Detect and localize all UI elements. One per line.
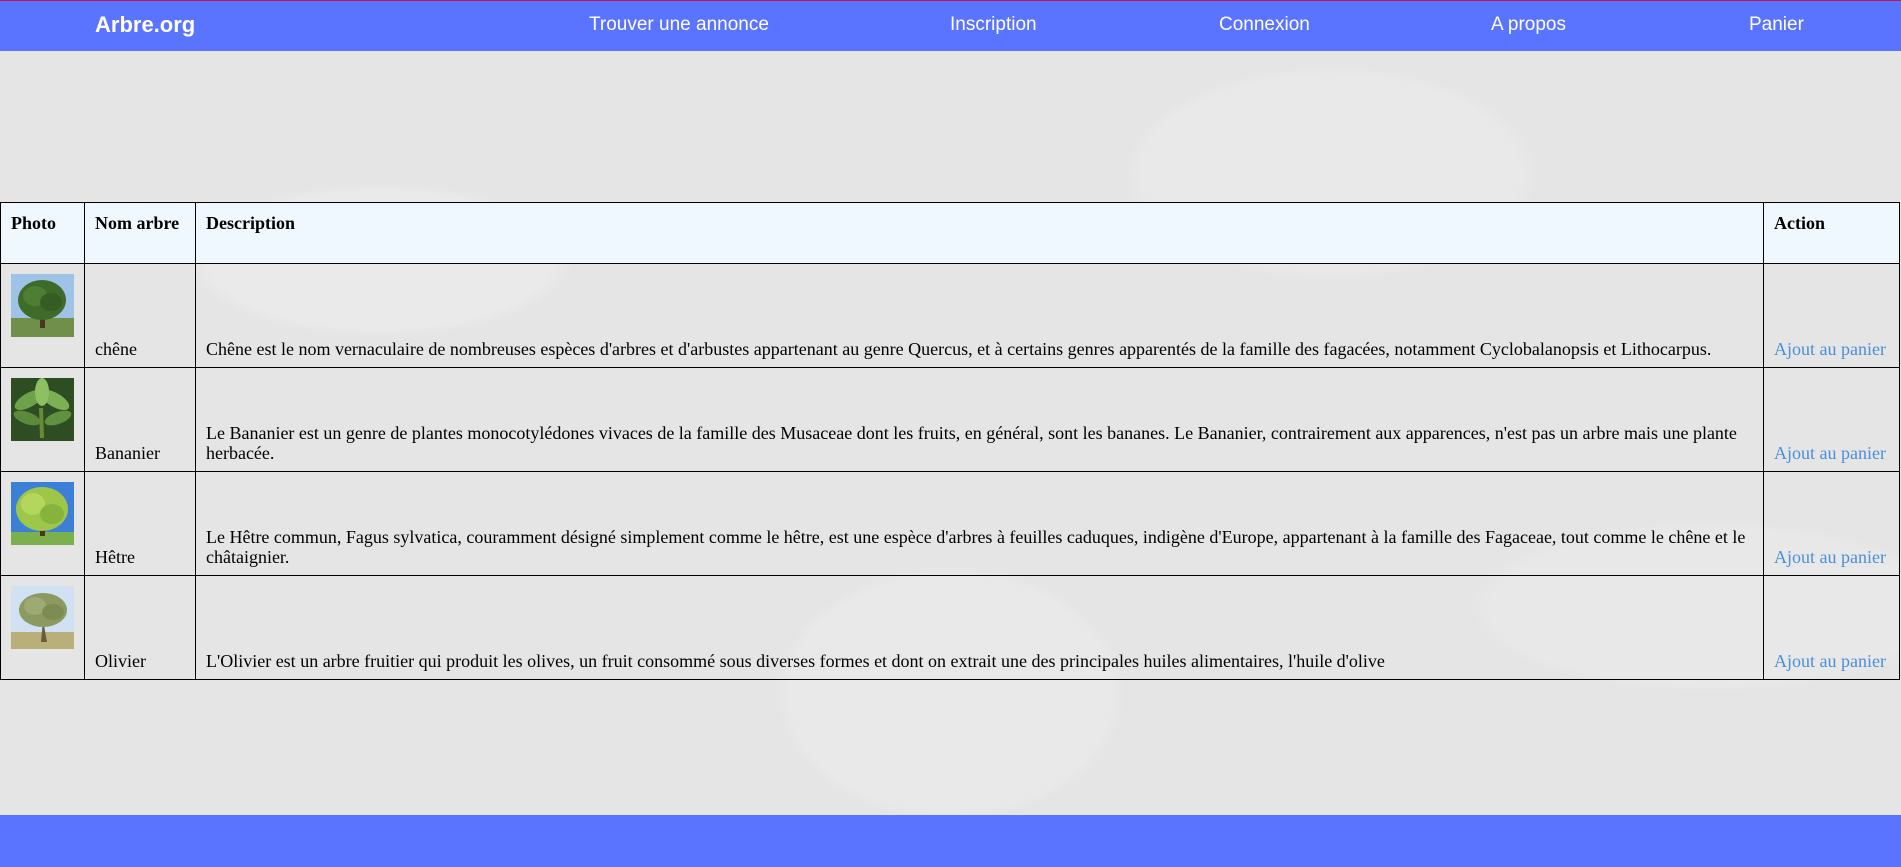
nav-cart[interactable]: Panier	[1749, 13, 1804, 37]
tree-description: Le Bananier est un genre de plantes mono…	[194, 367, 1765, 472]
photo-cell	[0, 575, 85, 680]
header-name: Nom arbre	[84, 202, 196, 264]
tree-name: Bananier	[84, 367, 196, 472]
olive-tree-photo	[11, 586, 74, 649]
add-to-cart-cell: Ajout au panier	[1763, 471, 1900, 576]
table-row: Olivier L'Olivier est un arbre fruitier …	[0, 575, 1900, 680]
tree-name: Olivier	[84, 575, 196, 680]
tree-description: Le Hêtre commun, Fagus sylvatica, couram…	[194, 471, 1765, 576]
trees-table: Photo Nom arbre Description Action chêne…	[0, 202, 1900, 680]
tree-name: Hêtre	[84, 471, 196, 576]
top-navbar: Arbre.org Trouver une annonce Inscriptio…	[0, 0, 1901, 51]
photo-cell	[0, 263, 85, 368]
beech-tree-photo	[11, 482, 74, 545]
photo-cell	[0, 367, 85, 472]
brand-logo[interactable]: Arbre.org	[95, 11, 195, 39]
header-photo: Photo	[0, 202, 85, 264]
add-to-cart-cell: Ajout au panier	[1763, 367, 1900, 472]
nav-about[interactable]: A propos	[1491, 13, 1566, 37]
page-footer	[0, 815, 1901, 867]
oak-tree-photo	[11, 274, 74, 337]
table-row: chêne Chêne est le nom vernaculaire de n…	[0, 263, 1900, 368]
add-to-cart-link[interactable]: Ajout au panier	[1774, 339, 1886, 359]
tree-description: L'Olivier est un arbre fruitier qui prod…	[194, 575, 1765, 680]
add-to-cart-link[interactable]: Ajout au panier	[1774, 547, 1886, 567]
add-to-cart-cell: Ajout au panier	[1763, 263, 1900, 368]
header-description: Description	[194, 202, 1765, 264]
table-header-row: Photo Nom arbre Description Action	[0, 202, 1900, 264]
tree-name: chêne	[84, 263, 196, 368]
header-action: Action	[1763, 202, 1900, 264]
nav-register[interactable]: Inscription	[950, 13, 1037, 37]
table-row: Hêtre Le Hêtre commun, Fagus sylvatica, …	[0, 471, 1900, 576]
table-row: Bananier Le Bananier est un genre de pla…	[0, 367, 1900, 472]
add-to-cart-link[interactable]: Ajout au panier	[1774, 651, 1886, 671]
add-to-cart-link[interactable]: Ajout au panier	[1774, 443, 1886, 463]
banana-plant-photo	[11, 378, 74, 441]
add-to-cart-cell: Ajout au panier	[1763, 575, 1900, 680]
photo-cell	[0, 471, 85, 576]
tree-description: Chêne est le nom vernaculaire de nombreu…	[194, 263, 1765, 368]
nav-login[interactable]: Connexion	[1219, 13, 1310, 37]
nav-find-ad[interactable]: Trouver une annonce	[589, 13, 769, 37]
